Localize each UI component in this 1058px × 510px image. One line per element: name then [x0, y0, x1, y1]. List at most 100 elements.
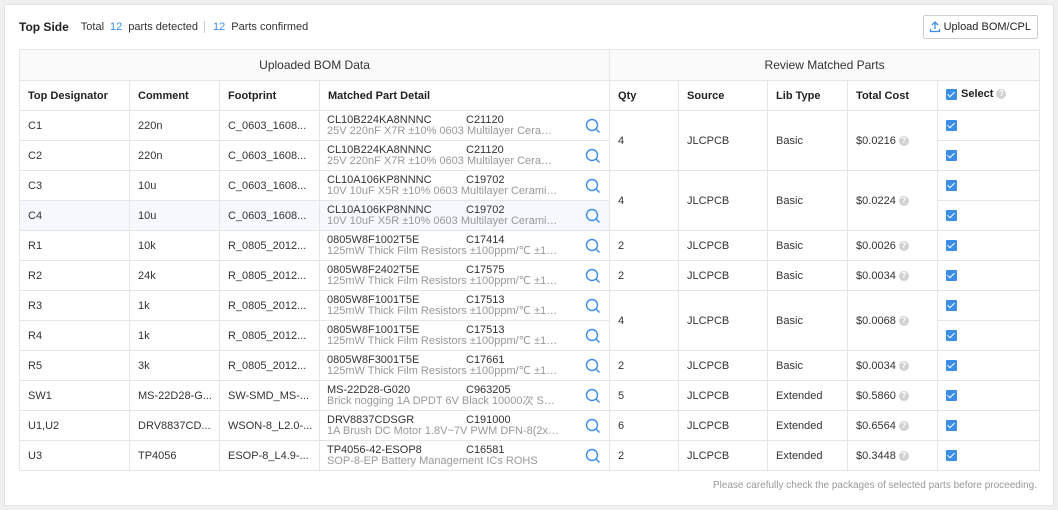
part-description: Brick nogging 1A DPDT 6V Black 10000次 SM… [327, 395, 559, 407]
search-icon[interactable] [585, 178, 601, 194]
header-divider [204, 21, 205, 33]
search-icon[interactable] [585, 268, 601, 284]
mfr-part-number: 0805W8F1001T5E [327, 294, 420, 306]
lcsc-part-number: C16581 [466, 443, 505, 456]
source-cell: JLCPCB [678, 440, 769, 471]
footer-note: Please carefully check the packages of s… [712, 480, 1037, 491]
designator-cell: R1 [19, 230, 130, 261]
row-select-checkbox[interactable] [946, 120, 958, 132]
col-source: Source [678, 80, 769, 111]
lib-type-cell: Basic [767, 110, 849, 171]
help-icon[interactable]: ? [898, 390, 909, 401]
row-select-checkbox[interactable] [946, 300, 958, 312]
search-icon[interactable] [585, 388, 601, 404]
row-select-checkbox[interactable] [946, 180, 958, 192]
footprint-cell: C_0603_1608... [219, 200, 320, 231]
help-icon[interactable]: ? [898, 420, 909, 431]
bom-body: C1 220n C_0603_1608... CL10B224KA8NNNC C2112… [19, 110, 1041, 471]
panel-header: Top Side Total 12 parts detected 12 Part… [19, 19, 308, 35]
cost-value: $0.5860 [856, 389, 896, 402]
help-icon[interactable]: ? [898, 240, 909, 251]
total-cost-cell: $0.0068? [847, 290, 939, 351]
col-select: Select ? [937, 80, 1041, 111]
comment-cell: 24k [129, 260, 220, 291]
search-icon[interactable] [585, 238, 601, 254]
col-footprint: Footprint [219, 80, 320, 111]
lib-type-cell: Basic [767, 350, 849, 381]
matched-part-cell: 0805W8F2402T5E C17575 125mW Thick Film Res… [318, 260, 611, 291]
mfr-part-number: CL10B224KA8NNNC [327, 144, 432, 156]
total-cost-cell: $0.0224? [847, 170, 939, 231]
help-icon[interactable]: ? [898, 135, 909, 146]
mfr-part-number: TP4056-42-ESOP8 [327, 444, 422, 456]
table-row: R1 10k R_0805_2012... 0805W8F1002T5E C17414 1… [19, 230, 1041, 261]
designator-cell: R5 [19, 350, 130, 381]
help-icon[interactable]: ? [898, 450, 909, 461]
total-cost-cell: $0.0026? [847, 230, 939, 261]
row-select-checkbox[interactable] [946, 360, 958, 372]
comment-cell: 10u [129, 170, 220, 201]
row-select-checkbox[interactable] [946, 420, 958, 432]
matched-part-cell: DRV8837CDSGR C191000 1A Brush DC Motor 1.8… [318, 410, 611, 441]
source-cell: JLCPCB [678, 260, 769, 291]
total-label: Total [80, 21, 105, 33]
comment-cell: 220n [129, 140, 220, 171]
cost-value: $0.0216 [856, 134, 896, 147]
select-cell [937, 380, 1041, 411]
help-icon[interactable]: ? [996, 89, 1007, 100]
footprint-cell: C_0603_1608... [219, 140, 320, 171]
row-select-checkbox[interactable] [946, 330, 958, 342]
designator-cell: U3 [19, 440, 130, 471]
matched-part-cell: MS-22D28-G020 C963205 Brick nogging 1A DPD… [318, 380, 611, 411]
lcsc-part-number: C17414 [466, 233, 505, 246]
designator-cell: R3 [19, 290, 130, 321]
help-icon[interactable]: ? [898, 360, 909, 371]
select-cell [937, 110, 1041, 141]
help-icon[interactable]: ? [898, 315, 909, 326]
lib-type-cell: Extended [767, 440, 849, 471]
col-lib-type: Lib Type [767, 80, 849, 111]
part-description: 25V 220nF X7R ±10% 0603 Multilayer Ceram… [327, 155, 559, 167]
col-matched: Matched Part Detail [318, 80, 611, 111]
upload-bom-cpl-button[interactable]: Upload BOM/CPL [922, 15, 1038, 39]
row-select-checkbox[interactable] [946, 240, 958, 252]
search-icon[interactable] [585, 118, 601, 134]
side-title: Top Side [19, 20, 69, 34]
select-all-checkbox[interactable] [946, 88, 958, 100]
comment-cell: 220n [129, 110, 220, 141]
search-icon[interactable] [585, 448, 601, 464]
search-icon[interactable] [585, 298, 601, 314]
row-select-checkbox[interactable] [946, 450, 958, 462]
select-cell [937, 200, 1041, 231]
row-select-checkbox[interactable] [946, 390, 958, 402]
search-icon[interactable] [585, 358, 601, 374]
designator-cell: R4 [19, 320, 130, 351]
detected-label: parts detected [128, 21, 198, 33]
review-matched-group: Review Matched Parts [609, 49, 1041, 81]
footprint-cell: ESOP-8_L4.9-... [219, 440, 320, 471]
designator-cell: C3 [19, 170, 130, 201]
mfr-part-number: CL10A106KP8NNNC [327, 204, 432, 216]
search-icon[interactable] [585, 418, 601, 434]
search-icon[interactable] [585, 208, 601, 224]
comment-cell: 1k [129, 290, 220, 321]
mfr-part-number: CL10B224KA8NNNC [327, 114, 432, 126]
footprint-cell: WSON-8_L2.0-... [219, 410, 320, 441]
row-select-checkbox[interactable] [946, 210, 958, 222]
row-select-checkbox[interactable] [946, 270, 958, 282]
lib-type-cell: Extended [767, 380, 849, 411]
mfr-part-number: 0805W8F1002T5E [327, 234, 420, 246]
designator-cell: R2 [19, 260, 130, 291]
matched-part-cell: 0805W8F1001T5E C17513 125mW Thick Film Res… [318, 290, 611, 321]
cost-value: $0.0068 [856, 314, 896, 327]
lib-type-cell: Extended [767, 410, 849, 441]
select-cell [937, 260, 1041, 291]
search-icon[interactable] [585, 148, 601, 164]
select-label: Select [961, 88, 994, 101]
help-icon[interactable]: ? [898, 195, 909, 206]
row-select-checkbox[interactable] [946, 150, 958, 162]
footprint-cell: SW-SMD_MS-... [219, 380, 320, 411]
search-icon[interactable] [585, 328, 601, 344]
help-icon[interactable]: ? [898, 270, 909, 281]
matched-part-cell: CL10B224KA8NNNC C21120 25V 220nF X7R ±10% … [318, 110, 611, 141]
